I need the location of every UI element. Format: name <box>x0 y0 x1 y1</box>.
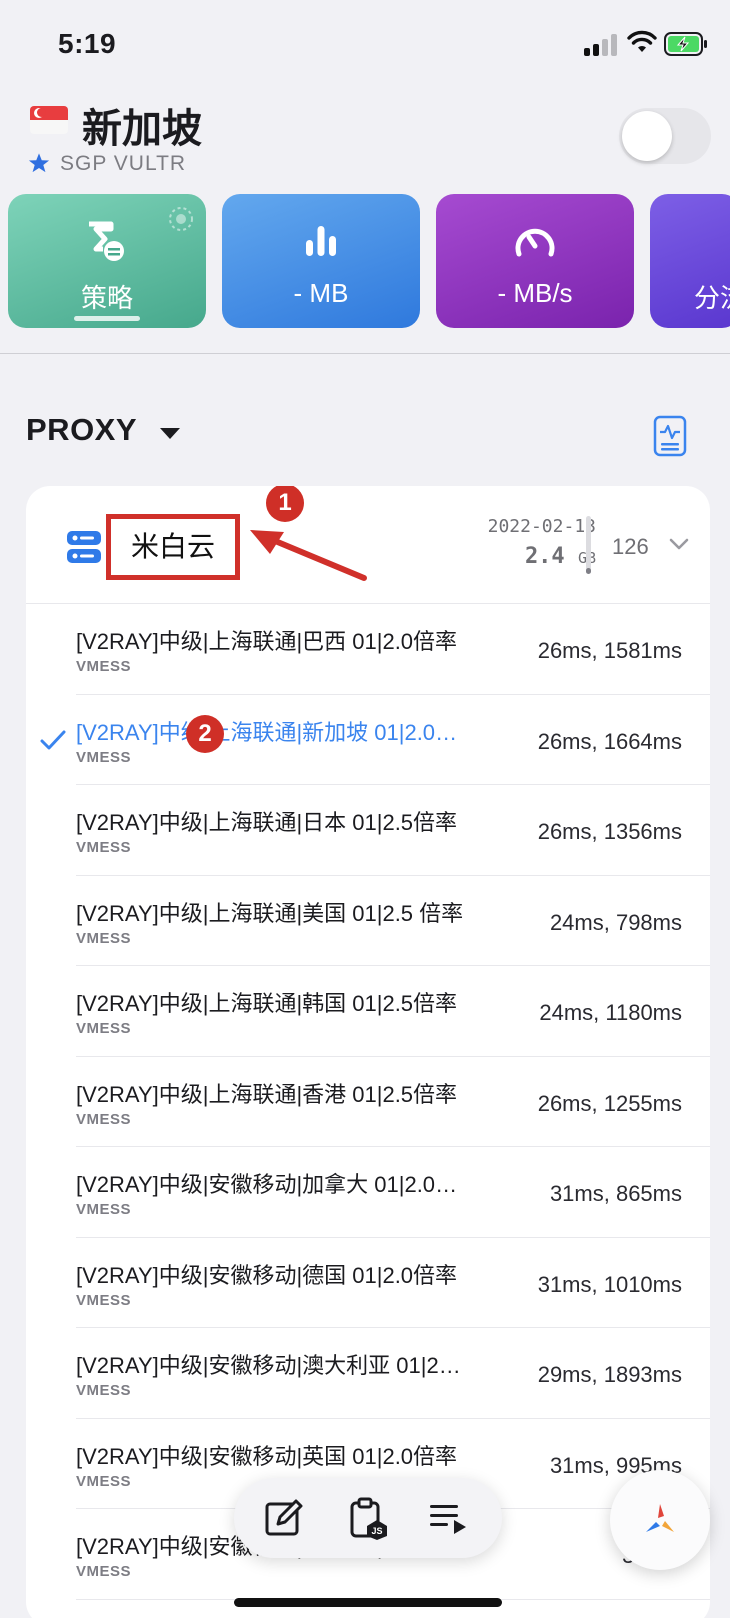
node-count: 126 <box>612 534 649 559</box>
proxy-type: VMESS <box>76 839 132 856</box>
proxy-latency: 29ms, 1893ms <box>537 1362 682 1387</box>
annotation-arrow-icon <box>250 530 367 581</box>
proxy-row[interactable]: [V2RAY]中级|上海联通|日本 01|2.5倍率 VMESS 26ms, 135… <box>26 785 710 876</box>
home-indicator <box>234 1598 502 1607</box>
tile-traffic[interactable]: - MB <box>222 194 420 328</box>
group-name[interactable]: 米白云 <box>111 519 235 575</box>
proxy-type: VMESS <box>76 1201 132 1218</box>
proxy-type: VMESS <box>76 658 132 675</box>
toggle-knob <box>622 111 672 161</box>
tile-label: - MB/s <box>497 278 573 308</box>
status-bar: 5:19 <box>0 0 730 88</box>
proxy-type: VMESS <box>76 929 132 947</box>
vpn-toggle[interactable] <box>619 108 711 164</box>
svg-text:JS: JS <box>371 1526 382 1536</box>
app-logo-icon <box>646 1504 674 1532</box>
proxy-row[interactable]: [V2RAY]中级|上海联通|巴西 01|2.0倍率 VMESS 26ms, 158… <box>26 604 710 695</box>
app-logo-button[interactable] <box>610 1470 710 1570</box>
loading-icon <box>169 207 193 231</box>
tile-active-indicator <box>74 316 140 321</box>
connection-header: 新加坡 SGP VULTR <box>0 96 730 186</box>
group-header[interactable]: 米白云 1 2022-02-13 2.4 GB 126 <box>26 486 710 604</box>
proxy-name: [V2RAY]中级|安徽移动|德国 01|2.0倍率 <box>76 1262 458 1288</box>
tile-label: 策略 <box>80 283 133 313</box>
annotation-badge-1: 1 <box>266 486 304 522</box>
proxy-type: VMESS <box>76 1291 132 1309</box>
proxy-latency: 24ms, 798ms <box>549 909 682 935</box>
subscription-usage: 2.4 GB <box>446 544 596 569</box>
star-icon <box>28 153 50 173</box>
checkmark-icon <box>40 730 66 749</box>
chevron-down-icon[interactable] <box>668 536 690 552</box>
proxy-latency: 31ms, 1010ms <box>537 1271 682 1297</box>
proxy-name: [V2RAY]中级|上海联通|美国 01|2.5 倍率 <box>76 900 464 926</box>
server-icon <box>67 531 101 563</box>
proxy-type: VMESS <box>76 748 132 766</box>
proxy-row[interactable]: [V2RAY]中级|安徽移动|加拿大 01|2.0倍率 VMESS 31ms, 86… <box>26 1147 710 1238</box>
proxy-name: [V2RAY]中级|上海联通|日本 01|2.5倍率 <box>76 810 458 835</box>
proxy-row[interactable]: [V2RAY]中级|上海联通|香港 01|2.5倍率 VMESS 26ms, 125… <box>26 1057 710 1148</box>
proxy-latency: 31ms, 865ms <box>549 1181 682 1206</box>
proxy-row[interactable]: [V2RAY]中级|上海联通|美国 01|2.5 倍率 VMESS 24ms, 79… <box>26 876 710 967</box>
proxy-name: [V2RAY]中级|安徽移动|加拿大 01|2.0倍率 <box>76 1172 466 1197</box>
caret-down-icon[interactable] <box>160 428 180 439</box>
proxy-latency: 26ms, 1255ms <box>537 1090 682 1116</box>
divider <box>0 353 730 354</box>
subscription-date: 2022-02-13 <box>487 516 596 537</box>
wifi-icon <box>627 30 657 52</box>
proxy-name: [V2RAY]中级|上海联通|韩国 01|2.5倍率 <box>76 991 458 1016</box>
proxy-list: [V2RAY]中级|上海联通|巴西 01|2.0倍率 VMESS 26ms, 158… <box>26 604 710 1600</box>
bar-chart-icon <box>306 226 336 256</box>
bottom-toolbar: JS <box>234 1478 502 1558</box>
proxy-name: [V2RAY]中级|安徽移动|澳大利亚 01|2.0倍率 <box>76 1353 466 1378</box>
tile-speed[interactable]: - MB/s <box>436 194 634 328</box>
proxy-type: VMESS <box>76 1563 132 1580</box>
sigma-icon <box>89 221 124 261</box>
proxy-type: VMESS <box>76 1472 132 1490</box>
tile-label: - MB <box>293 278 349 308</box>
server-name: SGP VULTR <box>60 152 187 175</box>
proxy-latency: 26ms, 1581ms <box>537 638 682 663</box>
status-time: 5:19 <box>58 28 117 59</box>
proxy-row[interactable]: [V2RAY]中级|上海联通|新加坡 01|2.0倍率 VMESS 26ms, 16… <box>26 695 710 786</box>
group-name-highlight: 米白云 <box>106 514 240 580</box>
usage-value: 2.4 <box>524 544 565 569</box>
clipboard-js-icon[interactable]: JS <box>346 1496 390 1540</box>
proxy-row[interactable]: [V2RAY]中级|安徽移动|德国 01|2.0倍率 VMESS 31ms, 101… <box>26 1238 710 1329</box>
singapore-flag-icon <box>30 106 68 134</box>
proxy-name: [V2RAY]中级|上海联通|香港 01|2.5倍率 <box>76 1081 458 1107</box>
annotation-badge-2: 2 <box>186 714 224 753</box>
usage-bar-fill <box>586 568 591 574</box>
battery-charging-icon <box>664 32 707 56</box>
stats-tiles: 策略 - MB - MB/s 分流 <box>0 194 730 330</box>
cellular-signal-icon <box>584 34 620 56</box>
proxy-latency: 26ms, 1356ms <box>537 819 682 844</box>
speedometer-icon <box>515 228 555 257</box>
document-activity-icon[interactable] <box>653 415 687 457</box>
proxy-latency: 24ms, 1180ms <box>539 1000 682 1025</box>
proxy-type: VMESS <box>76 1020 132 1037</box>
tile-label: 分流 <box>694 283 730 313</box>
proxy-group-card: 米白云 1 2022-02-13 2.4 GB 126 [V2RAY]中级|上海… <box>26 486 710 1618</box>
edit-icon[interactable] <box>262 1496 306 1540</box>
proxy-latency: 26ms, 1664ms <box>537 728 682 754</box>
tile-split[interactable]: 分流 <box>650 194 730 328</box>
proxy-name: [V2RAY]中级|上海联通|巴西 01|2.0倍率 <box>76 629 458 654</box>
usage-bar <box>586 516 591 574</box>
playlist-play-icon[interactable] <box>426 1496 470 1540</box>
tile-strategy[interactable]: 策略 <box>8 194 206 328</box>
proxy-name: [V2RAY]中级|上海联通|新加坡 01|2.0倍率 <box>76 719 466 745</box>
section-title[interactable]: PROXY <box>26 412 137 448</box>
location-title[interactable]: 新加坡 <box>82 96 202 154</box>
proxy-type: VMESS <box>76 1382 132 1399</box>
proxy-row[interactable]: [V2RAY]中级|安徽移动|澳大利亚 01|2.0倍率 VMESS 29ms, 1… <box>26 1328 710 1419</box>
proxy-name: [V2RAY]中级|安徽移动|英国 01|2.0倍率 <box>76 1443 458 1469</box>
proxy-row[interactable]: [V2RAY]中级|上海联通|韩国 01|2.5倍率 VMESS 24ms, 118… <box>26 966 710 1057</box>
proxy-type: VMESS <box>76 1110 132 1128</box>
